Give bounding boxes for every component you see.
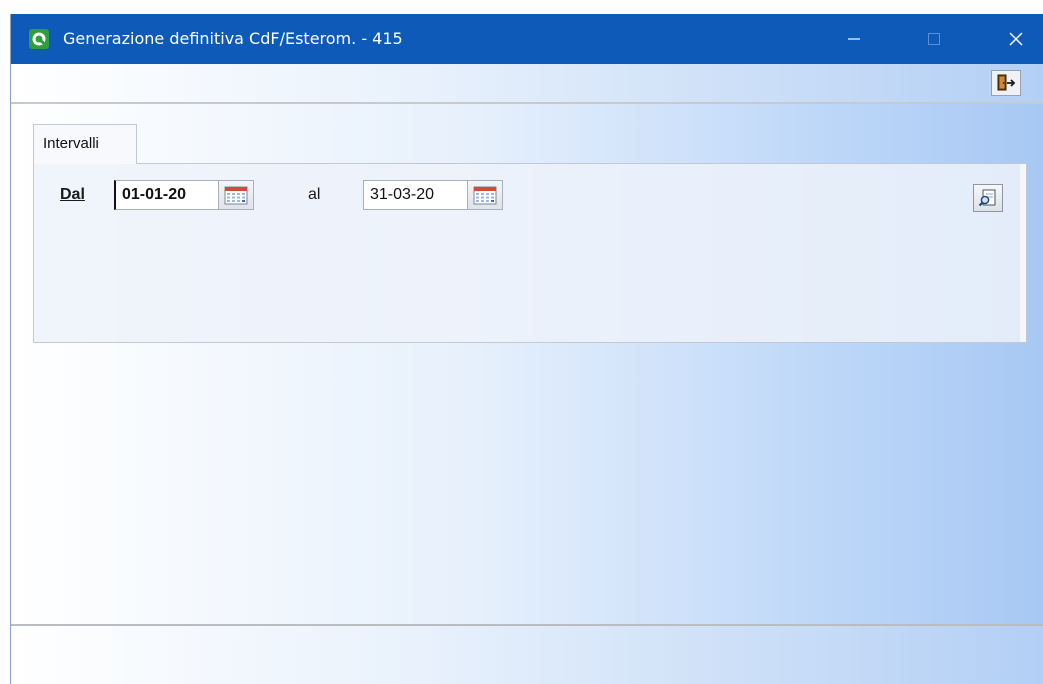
from-calendar-button[interactable] xyxy=(218,180,254,210)
exit-door-icon xyxy=(997,74,1016,91)
tab-intervalli[interactable]: Intervalli xyxy=(33,124,137,164)
calendar-icon xyxy=(224,186,248,205)
search-document-icon xyxy=(978,189,996,207)
title-bar[interactable]: Generazione definitiva CdF/Esterom. - 41… xyxy=(11,14,1043,64)
to-date-input[interactable] xyxy=(363,180,469,210)
status-bar xyxy=(11,624,1043,684)
to-date-label: al xyxy=(308,186,321,203)
tab-label: Intervalli xyxy=(43,135,99,152)
minimize-button[interactable] xyxy=(831,14,877,64)
from-date-label: Dal xyxy=(60,186,85,203)
app-window: Generazione definitiva CdF/Esterom. - 41… xyxy=(10,14,1043,684)
app-logo-icon xyxy=(29,29,49,49)
maximize-icon xyxy=(928,33,940,45)
search-button[interactable] xyxy=(973,184,1003,212)
maximize-button[interactable] xyxy=(911,14,957,64)
close-button[interactable] xyxy=(993,14,1039,64)
close-icon xyxy=(1009,32,1023,46)
exit-button[interactable] xyxy=(991,70,1021,96)
toolbar xyxy=(11,64,1043,104)
minimize-icon xyxy=(848,38,860,40)
from-date-input[interactable] xyxy=(114,180,220,210)
calendar-icon xyxy=(473,186,497,205)
window-title: Generazione definitiva CdF/Esterom. - 41… xyxy=(63,29,403,48)
to-calendar-button[interactable] xyxy=(467,180,503,210)
